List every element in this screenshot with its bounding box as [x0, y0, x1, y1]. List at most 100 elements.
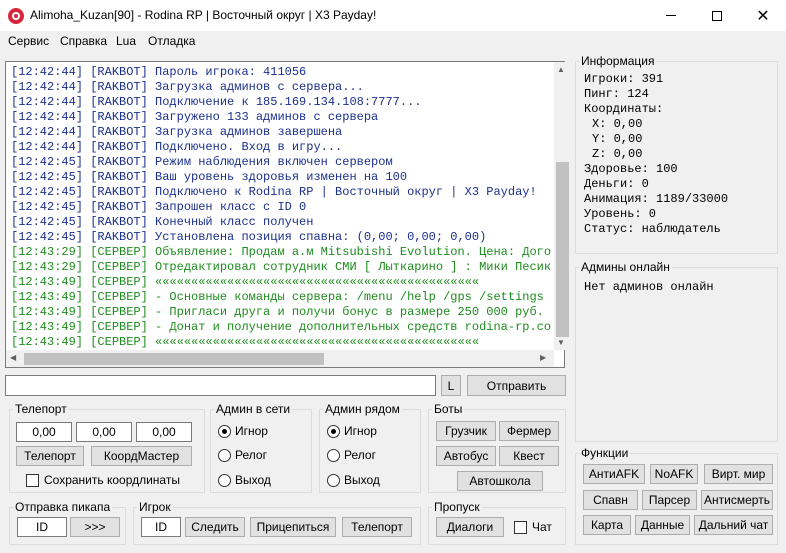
log-console[interactable]: [12:42:44] [RAKBOT] Пароль игрока: 41105… — [5, 61, 571, 368]
attach-button[interactable]: Прицепиться — [250, 517, 336, 537]
scroll-left-icon[interactable]: ◀ — [10, 353, 16, 362]
teleport-x-field[interactable]: 0,00 — [16, 422, 72, 442]
maximize-button[interactable] — [694, 0, 740, 31]
teleport-z-field[interactable]: 0,00 — [136, 422, 192, 442]
anti-death-button[interactable]: Антисмерть — [701, 490, 773, 510]
teleport-group: Телепорт 0,00 0,00 0,00 Телепорт КоордМа… — [9, 402, 205, 493]
long-chat-button[interactable]: Дальний чат — [694, 515, 773, 535]
anti-afk-button[interactable]: АнтиAFK — [583, 464, 645, 484]
radio-icon[interactable] — [218, 473, 231, 487]
menu-debug[interactable]: Отладка — [148, 34, 195, 48]
send-button[interactable]: Отправить — [467, 375, 566, 396]
admin-online-group: Админ в сети Игнор Релог Выход — [210, 402, 312, 493]
map-button[interactable]: Карта — [583, 515, 631, 535]
radio-label: Релог — [235, 448, 267, 462]
log-horizontal-scroll-thumb[interactable] — [24, 353, 324, 365]
radio-icon[interactable] — [327, 473, 340, 487]
pickup-group: Отправка пикапа ID >>> — [9, 500, 126, 545]
save-coords-checkbox-box[interactable] — [26, 473, 39, 487]
info-z: Z: 0,00 — [592, 147, 643, 161]
log-horizontal-scrollbar[interactable]: ◀ ▶ — [6, 350, 554, 367]
teleport-y-field[interactable]: 0,00 — [76, 422, 132, 442]
log-vertical-scrollbar[interactable]: ▲ ▼ — [554, 62, 571, 350]
radio-checked-icon[interactable] — [327, 424, 340, 438]
menu-service[interactable]: Сервис — [8, 34, 49, 48]
info-y: Y: 0,00 — [592, 132, 643, 146]
info-ping: Пинг: 124 — [584, 87, 649, 101]
coord-master-button[interactable]: КоордМастер — [91, 446, 192, 466]
player-group-title: Игрок — [137, 500, 173, 514]
save-coords-checkbox[interactable]: Сохранить коордлинаты — [26, 473, 180, 487]
no-afk-button[interactable]: NoAFK — [650, 464, 698, 484]
admin-online-group-title: Админ в сети — [214, 402, 293, 416]
maximize-icon — [712, 10, 722, 21]
radio-icon[interactable] — [327, 448, 340, 462]
functions-group-title: Функции — [579, 446, 631, 460]
data-button[interactable]: Данные — [635, 515, 690, 535]
minimize-button[interactable] — [648, 0, 694, 31]
teleport-button[interactable]: Телепорт — [16, 446, 84, 466]
scroll-up-icon[interactable]: ▲ — [557, 65, 565, 74]
menu-lua[interactable]: Lua — [116, 34, 136, 48]
admin-near-relog-radio[interactable]: Релог — [327, 448, 376, 462]
player-id-field[interactable]: ID — [141, 517, 181, 537]
log-line: [12:42:45] [RAKBOT] Запрошен класс с ID … — [11, 200, 307, 214]
player-teleport-button[interactable]: Телепорт — [342, 517, 412, 537]
player-group: Игрок ID Следить Прицепиться Телепорт — [133, 500, 421, 545]
pass-group: Пропуск Диалоги Чат — [428, 500, 566, 545]
window-title: Alimoha_Kuzan[90] - Rodina RP | Восточны… — [30, 8, 377, 22]
follow-button[interactable]: Следить — [185, 517, 245, 537]
quest-bot-button[interactable]: Квест — [499, 446, 559, 466]
log-line: [12:43:49] [СЕРВЕР] - Пригласи друга и п… — [11, 305, 544, 319]
chat-checkbox[interactable]: Чат — [514, 520, 552, 534]
scroll-down-icon[interactable]: ▼ — [557, 338, 565, 347]
command-input[interactable] — [5, 375, 436, 396]
log-line: [12:42:45] [RAKBOT] Режим наблюдения вкл… — [11, 155, 393, 169]
radio-label: Релог — [344, 448, 376, 462]
functions-group: Функции АнтиAFK NoAFK Вирт. мир Спавн Па… — [575, 446, 778, 545]
dialogs-button[interactable]: Диалоги — [436, 517, 504, 537]
admin-online-relog-radio[interactable]: Релог — [218, 448, 267, 462]
admin-near-group-title: Админ рядом — [323, 402, 402, 416]
bus-bot-button[interactable]: Автобус — [436, 446, 496, 466]
driving-school-bot-button[interactable]: Автошкола — [457, 471, 543, 491]
log-line: [12:42:44] [RAKBOT] Загрузка админов с с… — [11, 80, 364, 94]
virtual-world-button[interactable]: Вирт. мир — [704, 464, 773, 484]
pickup-group-title: Отправка пикапа — [13, 500, 113, 514]
log-vertical-scroll-thumb[interactable] — [556, 162, 569, 337]
radio-icon[interactable] — [218, 448, 231, 462]
pickup-send-button[interactable]: >>> — [70, 517, 120, 537]
spawn-button[interactable]: Спавн — [583, 490, 638, 510]
info-status: Статус: наблюдатель — [584, 222, 721, 236]
admins-online-group: Админы онлайн Нет админов онлайн — [575, 260, 778, 442]
log-line: [12:42:44] [RAKBOT] Загружено 133 админо… — [11, 110, 379, 124]
info-x: X: 0,00 — [592, 117, 643, 131]
info-coords-label: Координаты: — [584, 102, 664, 116]
farmer-bot-button[interactable]: Фермер — [499, 421, 559, 441]
bots-group: Боты Грузчик Фермер Автобус Квест Автошк… — [428, 402, 566, 493]
scroll-right-icon[interactable]: ▶ — [540, 353, 546, 362]
radio-label: Выход — [344, 473, 380, 487]
pass-group-title: Пропуск — [432, 500, 482, 514]
admin-near-exit-radio[interactable]: Выход — [327, 473, 380, 487]
radio-label: Выход — [235, 473, 271, 487]
l-button[interactable]: L — [441, 375, 461, 396]
log-line: [12:42:44] [RAKBOT] Загрузка админов зав… — [11, 125, 343, 139]
radio-checked-icon[interactable] — [218, 424, 231, 438]
log-line: [12:42:44] [RAKBOT] Подключено. Вход в и… — [11, 140, 343, 154]
admins-online-group-title: Админы онлайн — [579, 260, 672, 274]
admin-online-ignore-radio[interactable]: Игнор — [218, 424, 268, 438]
admin-near-ignore-radio[interactable]: Игнор — [327, 424, 377, 438]
admin-online-exit-radio[interactable]: Выход — [218, 473, 271, 487]
log-line: [12:43:29] [СЕРВЕР] Объявление: Продам а… — [11, 245, 551, 259]
rodina-logo-icon — [8, 8, 24, 24]
log-line: [12:43:29] [СЕРВЕР] Отредактировал сотру… — [11, 260, 551, 274]
bots-group-title: Боты — [432, 402, 465, 416]
menu-help[interactable]: Справка — [60, 34, 107, 48]
teleport-group-title: Телепорт — [13, 402, 69, 416]
parser-button[interactable]: Парсер — [642, 490, 697, 510]
pickup-id-field[interactable]: ID — [17, 517, 67, 537]
loader-bot-button[interactable]: Грузчик — [436, 421, 496, 441]
close-button[interactable]: ✕ — [740, 0, 786, 31]
chat-checkbox-box[interactable] — [514, 520, 527, 534]
